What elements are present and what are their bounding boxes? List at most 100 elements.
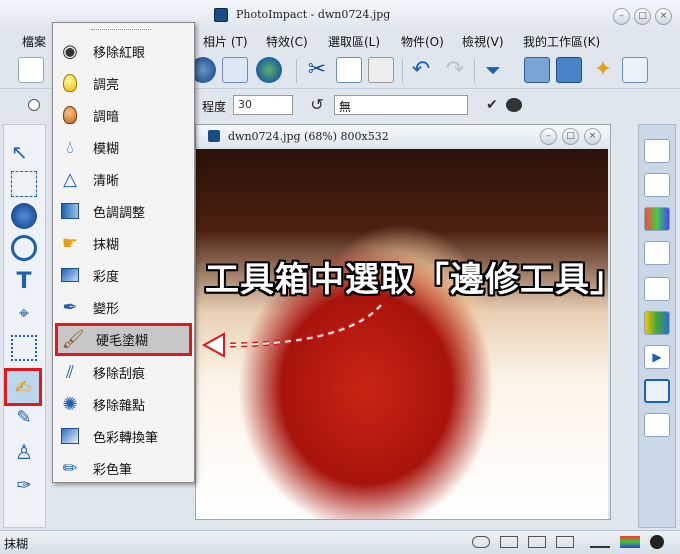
info-icon[interactable]	[644, 379, 670, 403]
toolbar-separator	[296, 59, 297, 83]
grid-icon[interactable]	[222, 57, 248, 83]
menu-selection[interactable]: 選取區(L)	[328, 33, 380, 50]
chart-icon[interactable]	[622, 57, 648, 83]
maximize-icon[interactable]: □	[634, 8, 651, 25]
scan-icon[interactable]: ⏷	[480, 57, 506, 83]
photoimpact-app-icon	[214, 8, 228, 22]
scratch-remove-icon: ⫽	[65, 361, 75, 383]
menu-item-color-replace-pen[interactable]: 色彩轉換筆	[55, 421, 192, 451]
document-titlebar: dwn0724.jpg (68%) 800x532 – □ ×	[196, 125, 610, 149]
easy-palette-icon[interactable]	[644, 173, 670, 197]
color-pen-icon: ✏	[62, 457, 78, 479]
menu-item-blur[interactable]: 💧︎ 模糊	[55, 132, 192, 162]
menu-item-sharpen[interactable]: △ 清晰	[55, 164, 192, 194]
copy-icon[interactable]	[336, 57, 362, 83]
clone-tool-icon[interactable]: ♙	[11, 439, 37, 465]
dark-bulb-icon	[59, 104, 81, 126]
undo-icon[interactable]: ↶	[408, 57, 434, 83]
menu-item-label: 色調調整	[93, 205, 146, 221]
paste-icon[interactable]	[368, 57, 394, 83]
crop-tool-icon[interactable]	[11, 335, 37, 361]
menu-item-saturation[interactable]: 彩度	[55, 260, 192, 290]
menu-view[interactable]: 檢視(V)	[462, 33, 504, 50]
menu-item-label: 變形	[93, 301, 120, 317]
fit-view-icon[interactable]	[556, 536, 574, 548]
color-bar-icon[interactable]	[620, 536, 640, 548]
mode-select[interactable]: 無	[334, 95, 468, 115]
status-bar: 抹糊	[0, 530, 680, 554]
doc-minimize-icon[interactable]: –	[540, 128, 557, 145]
layers-icon[interactable]	[644, 139, 670, 163]
status-text: 抹糊	[4, 537, 29, 551]
web-globe-icon[interactable]	[256, 57, 282, 83]
menu-item-darken[interactable]: 調暗	[55, 100, 192, 130]
brush-options-icon[interactable]	[506, 98, 522, 112]
menu-item-tone-adjust[interactable]: 色調調整	[55, 196, 192, 226]
menu-file[interactable]: 檔案	[22, 33, 46, 50]
frame-view-icon[interactable]	[528, 536, 546, 548]
degree-input[interactable]: 30	[233, 95, 293, 115]
paint-brush-tool-icon[interactable]: ✎	[11, 405, 37, 431]
info-icon[interactable]	[650, 535, 664, 549]
light-bulb-icon	[59, 72, 81, 94]
monitor-icon[interactable]	[556, 57, 582, 83]
minimize-icon[interactable]: –	[613, 8, 630, 25]
triangle-icon: △	[63, 168, 77, 190]
view-mode-icon[interactable]	[472, 536, 490, 548]
shape-tool-icon[interactable]	[11, 235, 37, 261]
camera-icon[interactable]	[524, 57, 550, 83]
document-title: dwn0724.jpg (68%) 800x532	[228, 130, 389, 143]
transform-tool-icon[interactable]: ⌖	[11, 301, 37, 327]
rotate-icon[interactable]: ↺	[305, 95, 329, 115]
histogram-icon[interactable]	[644, 413, 670, 437]
menu-item-label: 移除刮痕	[93, 366, 146, 382]
color-replace-pen-icon	[59, 425, 81, 447]
new-file-icon[interactable]	[18, 57, 44, 83]
document-icon[interactable]	[644, 241, 670, 265]
menu-item-label: 色彩轉換筆	[93, 430, 159, 446]
redo-icon[interactable]: ↷	[442, 57, 468, 83]
degree-label: 程度	[202, 100, 227, 114]
menu-item-remove-red-eye[interactable]: ◉ 移除紅眼	[55, 36, 192, 66]
cut-icon[interactable]: ✂	[304, 57, 330, 83]
brush-icon: 🖌︎	[61, 329, 85, 350]
close-icon[interactable]: ×	[655, 8, 672, 25]
ruler-icon[interactable]	[590, 536, 610, 548]
grid-view-icon[interactable]	[500, 536, 518, 548]
water-drop-icon: 💧︎	[66, 136, 74, 158]
menu-photo[interactable]: 相片 (T)	[203, 33, 248, 50]
menu-workspace[interactable]: 我的工作區(K)	[523, 33, 600, 50]
menu-item-smudge[interactable]: ☛ 抹糊	[55, 228, 192, 258]
check-icon[interactable]: ✔	[483, 96, 501, 114]
doc-close-icon[interactable]: ×	[584, 128, 601, 145]
retouch-tool-highlight[interactable]: ✍	[4, 368, 42, 406]
menu-item-remove-scratch[interactable]: ⫽ 移除刮痕	[55, 357, 192, 387]
smudge-icon: ☛	[61, 232, 79, 254]
pick-tool-icon[interactable]: ↖	[11, 139, 37, 165]
radio-option[interactable]	[28, 99, 40, 111]
text-tool-icon[interactable]: T	[11, 269, 37, 295]
menu-item-bristle-smudge[interactable]: 🖌︎ 硬毛塗糊	[55, 323, 192, 356]
doc-maximize-icon[interactable]: □	[562, 128, 579, 145]
frame-icon[interactable]	[644, 277, 670, 301]
eyedropper-tool-icon[interactable]: ✑	[11, 473, 37, 499]
menu-item-color-pen[interactable]: ✏ 彩色筆	[55, 453, 192, 483]
magic-wand-icon[interactable]: ✦	[590, 57, 616, 83]
menu-item-label: 移除雜點	[93, 398, 146, 414]
play-icon[interactable]: ▶	[644, 345, 670, 369]
menu-item-warp[interactable]: ✒ 變形	[55, 292, 192, 322]
menu-object[interactable]: 物件(O)	[401, 33, 444, 50]
menu-item-label: 清晰	[93, 173, 120, 189]
retouch-tool-menu: ◉ 移除紅眼 調亮 調暗 💧︎ 模糊 △ 清晰 色調調整 ☛ 抹糊 彩度 ✒ 變…	[52, 22, 195, 483]
menu-item-remove-noise[interactable]: ✺ 移除雜點	[55, 389, 192, 419]
annotation-arrow-icon	[201, 303, 383, 358]
menu-effect[interactable]: 特效(C)	[266, 33, 308, 50]
magic-selection-icon[interactable]	[11, 203, 37, 229]
menu-item-lighten[interactable]: 調亮	[55, 68, 192, 98]
menu-item-label: 調暗	[93, 109, 120, 125]
color-palette-icon[interactable]	[644, 207, 670, 231]
swatch-icon[interactable]	[644, 311, 670, 335]
selection-tool-icon[interactable]	[11, 171, 37, 197]
noise-remove-icon: ✺	[62, 393, 78, 415]
menu-grip[interactable]	[91, 29, 151, 32]
